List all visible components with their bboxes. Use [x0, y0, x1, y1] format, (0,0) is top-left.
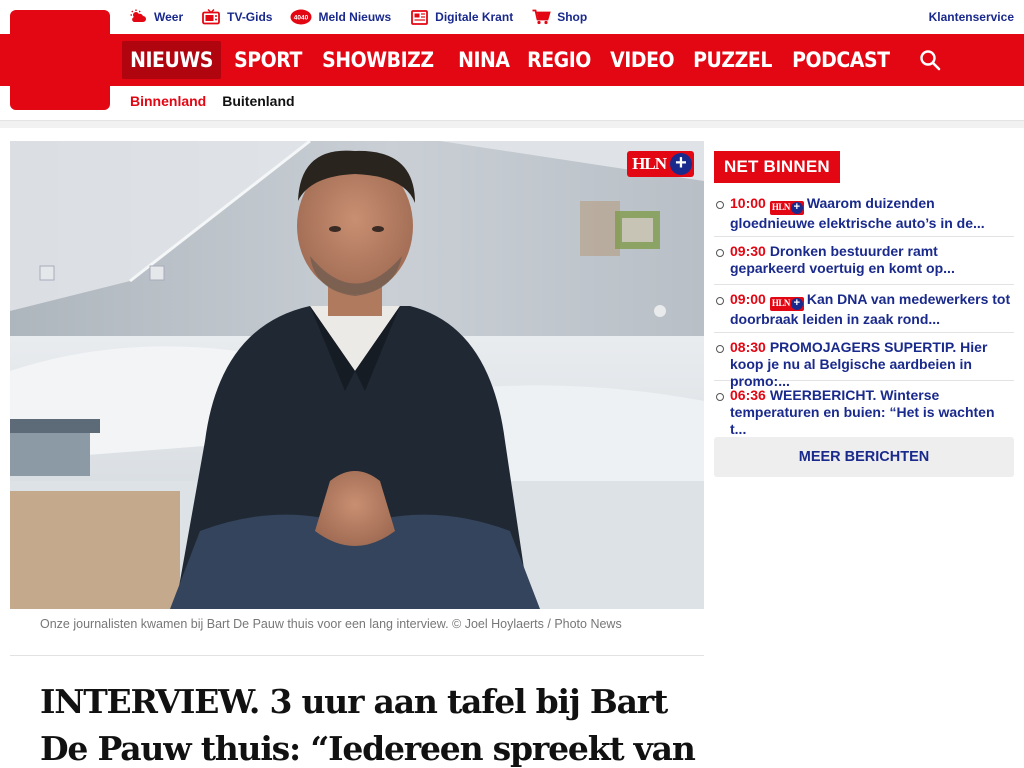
more-news-button[interactable]: MEER BERICHTEN [714, 437, 1014, 477]
plus-icon: HLN + [769, 200, 804, 215]
tv-guide-label: TV-Gids [227, 10, 273, 24]
subnav-item-binnenland[interactable]: Binnenland [130, 93, 206, 109]
report-news-icon-text: 4040 [294, 15, 309, 22]
list-item[interactable]: 09:00 HLN + Kan DNA van medewerkers tot doo… [714, 285, 1014, 333]
list-item[interactable]: 10:00 HLN + Waarom duizenden gloednieuwe el… [714, 189, 1014, 237]
subnav-item-buitenland[interactable]: Buitenland [222, 93, 294, 109]
main-nav: NIEUWS SPORT SHOWBIZZ NINA REGIO VIDEO P… [0, 34, 1024, 86]
nav-item-video[interactable]: VIDEO [602, 41, 682, 79]
news-title: Waarom duizenden gloednieuwe elektrische… [730, 195, 985, 231]
nav-item-nieuws[interactable]: NIEUWS [122, 41, 222, 79]
shop-link[interactable]: Shop [531, 9, 587, 25]
net-binnen-sidebar: NET BINNEN 10:00 HLN + Waarom duizenden glo… [714, 151, 1014, 477]
newspaper-icon [409, 9, 429, 25]
search-button[interactable] [917, 47, 943, 73]
report-news-icon: 4040 [290, 9, 312, 25]
nav-item-sport[interactable]: SPORT [226, 41, 310, 79]
plus-badge-brand: HLN [771, 298, 791, 308]
weather-label: Weer [154, 10, 184, 24]
image-caption: Onze journalisten kwamen bij Bart De Pau… [40, 617, 622, 631]
net-binnen-title: NET BINNEN [714, 151, 840, 183]
nav-items: NIEUWS SPORT SHOWBIZZ NINA REGIO VIDEO P… [122, 40, 943, 80]
caption-divider [10, 655, 704, 656]
tv-guide-link[interactable]: TV-Gids [201, 9, 272, 25]
list-item[interactable]: 06:36 WEERBERICHT. Winterse temperaturen … [714, 381, 1014, 437]
nav-item-puzzel[interactable]: PUZZEL [685, 41, 780, 79]
news-time: 10:00 [730, 195, 766, 211]
nav-item-regio[interactable]: REGIO [519, 41, 599, 79]
news-time: 06:36 [730, 387, 766, 403]
news-time: 09:30 [730, 243, 766, 259]
plus-badge-brand: HLN [632, 154, 667, 173]
news-time: 09:00 [730, 291, 766, 307]
nav-item-nina[interactable]: NINA [450, 41, 518, 79]
weather-icon [128, 9, 148, 25]
report-news-link[interactable]: 4040 Meld Nieuws [290, 9, 391, 25]
list-item[interactable]: 09:30 Dronken bestuurder ramt geparkeerd … [714, 237, 1014, 285]
report-news-label: Meld Nieuws [318, 10, 392, 24]
search-icon [920, 50, 941, 71]
weather-link[interactable]: Weer [128, 9, 183, 25]
plus-sign: + [790, 201, 803, 214]
digital-paper-label: Digitale Krant [435, 10, 514, 24]
tv-icon [201, 9, 221, 25]
plus-sign: + [790, 297, 803, 310]
cart-icon [531, 9, 551, 25]
nav-item-showbizz[interactable]: SHOWBIZZ [314, 41, 442, 79]
list-item[interactable]: 08:30 PROMOJAGERS SUPERTIP. Hier koop je … [714, 333, 1014, 389]
plus-icon: HLN + [769, 296, 804, 311]
plus-icon: + [670, 153, 692, 175]
customer-service-link[interactable]: Klantenservice [929, 10, 1014, 24]
article-headline[interactable]: INTERVIEW. 3 uur aan tafel bij Bart De P… [40, 678, 700, 768]
news-title: WEERBERICHT. Winterse temperaturen en bu… [730, 387, 995, 437]
utility-bar: Weer TV-Gids 4040 Meld Nieuws Digitale K… [128, 0, 1014, 34]
shop-label: Shop [557, 10, 588, 24]
news-time: 08:30 [730, 339, 766, 355]
digital-paper-link[interactable]: Digitale Krant [409, 9, 513, 25]
nav-item-podcast[interactable]: PODCAST [784, 41, 898, 79]
hero-photo-illustration [10, 141, 704, 609]
news-list: 10:00 HLN + Waarom duizenden gloednieuwe el… [714, 189, 1014, 437]
hln-plus-badge: HLN + [627, 151, 694, 177]
header-divider [0, 120, 1024, 128]
sub-nav: Binnenland Buitenland [130, 93, 311, 109]
article-hero-image[interactable]: HLN + [10, 141, 704, 609]
plus-badge-brand: HLN [771, 202, 791, 212]
customer-service-label: Klantenservice [928, 10, 1014, 24]
